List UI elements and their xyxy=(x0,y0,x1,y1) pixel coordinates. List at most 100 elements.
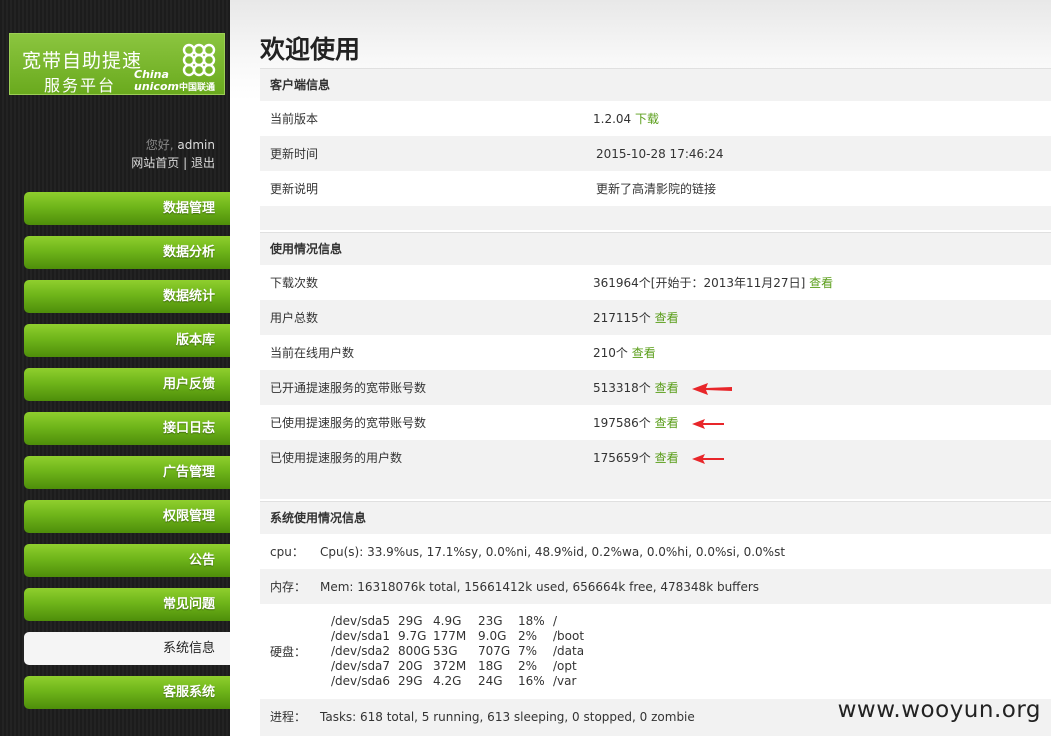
usage-row: 下载次数 361964个[开始于：2013年11月27日] 查看 xyxy=(260,265,1051,300)
updated-row: 更新时间 2015-10-28 17:46:24 xyxy=(260,136,1051,171)
view-link[interactable]: 查看 xyxy=(632,346,656,360)
disk-cell: 24G xyxy=(478,674,503,688)
disk-cell: 707G xyxy=(478,644,511,658)
nav-item-user-feedback[interactable]: 用户反馈 xyxy=(24,368,230,401)
notes-value: 更新了高清影院的链接 xyxy=(596,182,717,196)
disk-cell: 4.2G xyxy=(433,674,462,688)
disk-cell: 177M xyxy=(433,629,467,643)
download-link[interactable]: 下载 xyxy=(635,112,659,126)
view-link[interactable]: 查看 xyxy=(655,381,679,395)
version-row: 当前版本 1.2.04 下载 xyxy=(260,101,1051,136)
usage-row: 已开通提速服务的宽带账号数 513318个 查看 xyxy=(260,370,1051,405)
sidebar: 宽带自助提速 服务平台 China unicom中国联通 您好, admin 网… xyxy=(0,0,230,736)
watermark: www.wooyun.org xyxy=(837,697,1041,723)
logo-subtitle: 服务平台 xyxy=(44,76,117,95)
view-link[interactable]: 查看 xyxy=(809,276,833,290)
memory-row: 内存： Mem: 16318076k total, 15661412k used… xyxy=(260,569,1051,604)
cpu-row: cpu： Cpu(s): 33.9%us, 17.1%sy, 0.0%ni, 4… xyxy=(260,534,1051,569)
red-arrow-icon xyxy=(692,382,733,395)
nav-item-permission-management[interactable]: 权限管理 xyxy=(24,500,230,533)
view-link[interactable]: 查看 xyxy=(655,451,679,465)
brand-cn: 中国联通 xyxy=(178,83,215,93)
usage-info-title: 使用情况信息 xyxy=(260,232,1051,265)
nav-item-data-management[interactable]: 数据管理 xyxy=(24,192,230,225)
updated-label: 更新时间 xyxy=(270,147,319,161)
nav-item-data-statistics[interactable]: 数据统计 xyxy=(24,280,230,313)
disk-cell: /opt xyxy=(553,659,577,673)
nav-item-customer-service[interactable]: 客服系统 xyxy=(24,676,230,709)
client-info-title: 客户端信息 xyxy=(260,68,1051,101)
disk-cell: / xyxy=(553,614,558,628)
usage-row: 已使用提速服务的用户数 175659个 查看 xyxy=(260,440,1051,475)
nav-item-system-info[interactable]: 系统信息 xyxy=(24,632,230,665)
user-info: 您好, admin 网站首页 | 退出 xyxy=(131,136,215,172)
cpu-label: cpu： xyxy=(270,545,304,559)
nav-item-ad-management[interactable]: 广告管理 xyxy=(24,456,230,489)
version-label: 当前版本 xyxy=(270,112,319,126)
disk-cell: 4.9G xyxy=(433,614,462,628)
disk-cell: /data xyxy=(553,644,585,658)
disk-cell: 372M xyxy=(433,659,467,673)
memory-value: Mem: 16318076k total, 15661412k used, 65… xyxy=(320,579,760,594)
view-link[interactable]: 查看 xyxy=(655,311,679,325)
usage-row: 用户总数 217115个 查看 xyxy=(260,300,1051,335)
process-value: Tasks: 618 total, 5 running, 613 sleepin… xyxy=(320,709,695,724)
logo: 宽带自助提速 服务平台 China unicom中国联通 xyxy=(9,33,225,95)
usage-value: 175659个 xyxy=(593,451,651,465)
usage-row: 当前在线用户数 210个 查看 xyxy=(260,335,1051,370)
disk-cell: /dev/sda7 xyxy=(331,659,391,673)
nav-item-announcement[interactable]: 公告 xyxy=(24,544,230,577)
disk-table: /dev/sda5 29G 4.9G 23G 18% / /dev/sda1 9.7G 177… xyxy=(320,614,584,689)
disk-cell: 2% xyxy=(518,629,538,643)
usage-value: 210个 xyxy=(593,346,628,360)
disk-cell: /var xyxy=(553,674,577,688)
link-separator: | xyxy=(183,156,188,170)
disk-cell: /dev/sda2 xyxy=(331,644,391,658)
disk-cell: 800G xyxy=(398,644,431,658)
disk-cell: 7% xyxy=(518,644,538,658)
usage-info-panel: 使用情况信息 下载次数 361964个[开始于：2013年11月27日] 查看 … xyxy=(260,232,1051,499)
disk-cell: /dev/sda5 xyxy=(331,614,391,628)
disk-cell: 53G xyxy=(433,644,458,658)
usage-label: 已使用提速服务的宽带账号数 xyxy=(270,416,427,430)
home-link[interactable]: 网站首页 xyxy=(131,156,179,170)
disk-cell: 18% xyxy=(518,614,545,628)
disk-cell: 9.0G xyxy=(478,629,507,643)
usage-label: 用户总数 xyxy=(270,311,319,325)
disk-cell: 20G xyxy=(398,659,423,673)
disk-cell: 2% xyxy=(518,659,538,673)
nav-item-version-library[interactable]: 版本库 xyxy=(24,324,230,357)
disk-cell: 16% xyxy=(518,674,545,688)
username: admin xyxy=(177,138,215,152)
view-link[interactable]: 查看 xyxy=(655,416,679,430)
logout-link[interactable]: 退出 xyxy=(191,156,215,170)
logo-brand: China unicom中国联通 xyxy=(134,69,215,94)
usage-label: 已使用提速服务的用户数 xyxy=(270,451,403,465)
panel-spacer xyxy=(260,475,1051,499)
disk-cell: 29G xyxy=(398,614,423,628)
disk-cell: /dev/sda1 xyxy=(331,629,391,643)
red-arrow-icon xyxy=(692,418,725,429)
system-info-title: 系统使用情况信息 xyxy=(260,501,1051,534)
notes-label: 更新说明 xyxy=(270,182,319,196)
panel-spacer xyxy=(260,206,1051,230)
disk-cell: 29G xyxy=(398,674,423,688)
disk-cell: 23G xyxy=(478,614,503,628)
disk-cell: 18G xyxy=(478,659,503,673)
client-info-panel: 客户端信息 当前版本 1.2.04 下载 更新时间 2015-10-28 17:… xyxy=(260,68,1051,230)
nav-menu: 数据管理 数据分析 数据统计 版本库 用户反馈 接口日志 广告管理 权限管理 公… xyxy=(24,192,230,720)
memory-label: 内存： xyxy=(270,580,307,594)
nav-item-faq[interactable]: 常见问题 xyxy=(24,588,230,621)
usage-value: 197586个 xyxy=(593,416,651,430)
nav-item-data-analysis[interactable]: 数据分析 xyxy=(24,236,230,269)
usage-value: 361964个[开始于：2013年11月27日] xyxy=(593,276,806,290)
main-content: 欢迎使用 客户端信息 当前版本 1.2.04 下载 更新时间 2015-10-2… xyxy=(230,0,1051,736)
process-label: 进程： xyxy=(270,710,307,724)
notes-row: 更新说明 更新了高清影院的链接 xyxy=(260,171,1051,206)
disk-cell: 9.7G xyxy=(398,629,427,643)
updated-value: 2015-10-28 17:46:24 xyxy=(596,146,724,161)
cpu-value: Cpu(s): 33.9%us, 17.1%sy, 0.0%ni, 48.9%i… xyxy=(320,544,786,559)
usage-label: 已开通提速服务的宽带账号数 xyxy=(270,381,427,395)
disk-label: 硬盘： xyxy=(270,645,307,659)
nav-item-api-log[interactable]: 接口日志 xyxy=(24,412,230,445)
